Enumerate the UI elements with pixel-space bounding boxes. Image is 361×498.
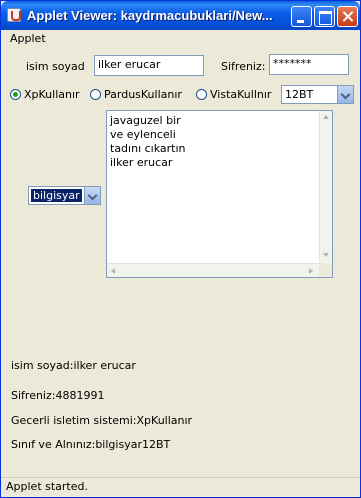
output-password: Sifreniz:4881991 [11, 389, 105, 402]
maximize-button[interactable] [314, 6, 335, 27]
window-title: Applet Viewer: kaydrmacubuklari/New... [27, 8, 273, 23]
radio-pardus-label: PardusKullanır [104, 88, 182, 101]
password-label: Sifreniz: [221, 60, 266, 73]
message-textarea[interactable]: javaguzel bir ve eylenceli tadını cıkart… [106, 110, 333, 278]
department-select-value: bilgisyar [30, 188, 83, 203]
name-label: isim soyad [26, 60, 85, 73]
java-cup-icon [7, 8, 21, 22]
radio-xp[interactable]: XpKullanır [10, 88, 85, 102]
textarea-line: javaguzel bir [110, 114, 181, 127]
textarea-line: tadını cıkartın [110, 142, 186, 155]
close-button[interactable] [337, 6, 358, 27]
name-field[interactable]: ilker erucar [94, 55, 204, 76]
class-select-value: 12BT [285, 88, 314, 101]
status-text: Applet started. [6, 480, 88, 493]
output-os: Gecerli isletim sistemi:XpKullanır [11, 414, 193, 427]
class-select[interactable]: 12BT [281, 85, 354, 104]
scroll-left-icon[interactable] [111, 268, 115, 274]
menu-bar: Applet [1, 30, 360, 48]
department-select[interactable]: bilgisyar [28, 186, 101, 205]
scroll-right-icon[interactable] [309, 268, 313, 274]
radio-pardus[interactable]: PardusKullanır [90, 88, 190, 102]
password-field[interactable]: ******* [269, 54, 349, 75]
textarea-line: ilker erucar [110, 156, 173, 169]
title-bar[interactable]: Applet Viewer: kaydrmacubuklari/New... [1, 1, 360, 30]
output-name: isim soyad:ilker erucar [11, 359, 136, 372]
output-class: Sınıf ve Alnınız:bilgisyar12BT [11, 438, 171, 451]
radio-vista[interactable]: VistaKullnır [196, 88, 276, 102]
radio-vista-label: VistaKullnır [210, 88, 272, 101]
applet-viewer-window: Applet Viewer: kaydrmacubuklari/New... A… [0, 0, 361, 498]
textarea-line: ve eylenceli [110, 128, 176, 141]
status-bar: Applet started. [1, 477, 360, 497]
radio-xp-dot[interactable] [10, 89, 21, 100]
scroll-down-icon[interactable] [323, 253, 329, 257]
chevron-down-icon[interactable] [84, 187, 100, 204]
minimize-button[interactable] [291, 6, 312, 27]
vertical-scrollbar[interactable] [319, 111, 332, 264]
radio-xp-label: XpKullanır [24, 88, 80, 101]
scroll-up-icon[interactable] [323, 115, 329, 119]
chevron-down-icon[interactable] [337, 86, 353, 103]
menu-applet[interactable]: Applet [10, 32, 46, 45]
horizontal-scrollbar[interactable] [107, 263, 319, 277]
textarea-content: javaguzel bir ve eylenceli tadını cıkart… [110, 114, 186, 170]
scrollbar-corner [319, 263, 332, 277]
radio-pardus-dot[interactable] [90, 89, 101, 100]
radio-vista-dot[interactable] [196, 89, 207, 100]
